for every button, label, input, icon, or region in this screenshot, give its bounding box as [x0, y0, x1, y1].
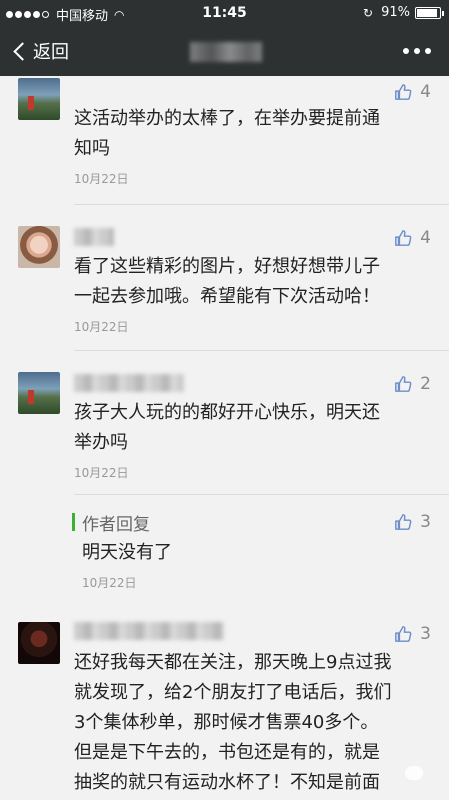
- comment-item: 4 看了这些精彩的图片，好想好想带儿子 一起去参加哦。希望能有下次活动哈！ 10…: [0, 222, 449, 372]
- reply-text: 明天没有了: [82, 542, 172, 563]
- more-button[interactable]: [398, 48, 431, 54]
- author-reply-label: 作者回复: [82, 515, 150, 535]
- comment-item: 4 这活动举办的太棒了，在举办要提前通 知吗 10月22日: [0, 76, 449, 210]
- like-button[interactable]: 4: [394, 228, 431, 248]
- reply-accent-bar: [72, 513, 75, 531]
- comment-date: 10月22日: [74, 172, 129, 186]
- comment-text: 这活动举办的太棒了，在举办要提前通 知吗: [74, 108, 380, 159]
- more-dots-icon: [403, 48, 409, 54]
- thumbs-up-icon: [395, 376, 412, 392]
- reply-date: 10月22日: [82, 576, 137, 590]
- username-blurred: [74, 228, 114, 246]
- status-bar: 中国移动 ◠ 11:45 ↻ 91%: [0, 0, 449, 26]
- username-blurred: [74, 374, 184, 392]
- divider: [74, 204, 449, 205]
- like-count: 3: [420, 512, 431, 532]
- comment-date: 10月22日: [74, 320, 129, 334]
- thumbs-up-icon: [395, 514, 412, 530]
- like-button[interactable]: 4: [394, 82, 431, 102]
- comment-text: 还好我每天都在关注，那天晚上9点过我 就发现了，给2个朋友打了电话后，我们 3个…: [74, 652, 392, 793]
- chevron-left-icon: [13, 41, 32, 61]
- like-button[interactable]: 2: [394, 374, 431, 394]
- like-button[interactable]: 3: [394, 512, 431, 532]
- like-count: 4: [420, 228, 431, 248]
- comment-date: 10月22日: [74, 466, 129, 480]
- back-label: 返回: [33, 42, 69, 63]
- comment-item: 3 还好我每天都在关注，那天晚上9点过我 就发现了，给2个朋友打了电话后，我们 …: [0, 614, 449, 800]
- avatar[interactable]: [18, 372, 60, 414]
- comment-text: 孩子大人玩的的都好开心快乐，明天还 举办吗: [74, 402, 380, 453]
- chat-bubble-icon: [405, 766, 423, 780]
- avatar[interactable]: [18, 226, 60, 268]
- avatar[interactable]: [18, 622, 60, 664]
- status-right: ↻ 91%: [363, 5, 444, 20]
- thumbs-up-icon: [395, 230, 412, 246]
- rotation-lock-icon: ↻: [363, 5, 374, 20]
- like-count: 3: [420, 624, 431, 644]
- page-title-blurred: [190, 42, 262, 62]
- like-count: 4: [420, 82, 431, 102]
- comment-item: 2 孩子大人玩的的都好开心快乐，明天还 举办吗 10月22日 作者回复 3 明天…: [0, 366, 449, 616]
- thumbs-up-icon: [395, 84, 412, 100]
- like-button[interactable]: 3: [394, 624, 431, 644]
- nav-bar: 返回: [0, 26, 449, 76]
- divider: [74, 494, 449, 495]
- battery-icon: [415, 6, 444, 19]
- like-count: 2: [420, 374, 431, 394]
- divider: [74, 350, 449, 351]
- back-button[interactable]: 返回: [12, 38, 69, 64]
- watermark-logo: [405, 766, 429, 780]
- battery-percent: 91%: [381, 5, 410, 20]
- avatar[interactable]: [18, 78, 60, 120]
- comment-list[interactable]: 4 这活动举办的太棒了，在举办要提前通 知吗 10月22日 4 看了这些精彩的图…: [0, 76, 449, 800]
- username-blurred: [74, 622, 224, 640]
- thumbs-up-icon: [395, 626, 412, 642]
- comment-text: 看了这些精彩的图片，好想好想带儿子 一起去参加哦。希望能有下次活动哈！: [74, 256, 380, 307]
